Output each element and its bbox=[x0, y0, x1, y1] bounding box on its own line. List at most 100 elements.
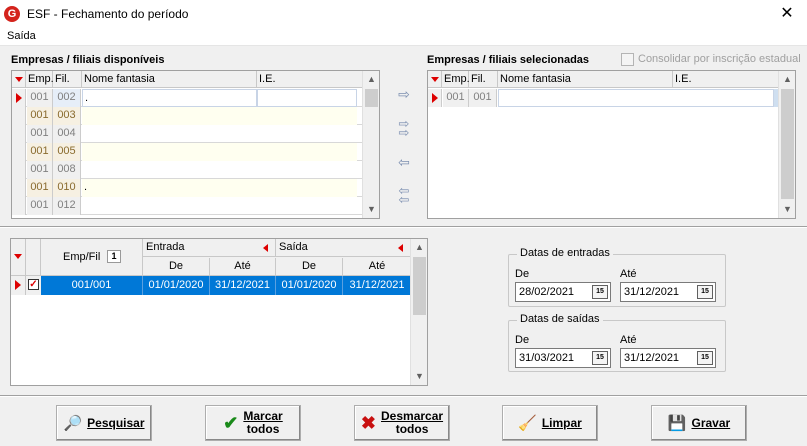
pesquisar-button[interactable]: 🔎 Pesquisar bbox=[56, 405, 152, 441]
saida-label: Saída bbox=[279, 241, 308, 253]
check-icon[interactable]: ✓ bbox=[28, 279, 39, 290]
consolidate-checkbox[interactable] bbox=[621, 53, 634, 66]
scroll-down-icon[interactable]: ▼ bbox=[411, 368, 427, 385]
cell-ie bbox=[257, 89, 357, 107]
marcar-line2: todos bbox=[246, 422, 280, 436]
scroll-thumb[interactable] bbox=[781, 89, 794, 199]
selected-grid[interactable]: Emp. Fil. Nome fantasia I.E. 001 001 ▲ ▼ bbox=[427, 70, 796, 219]
saidas-de-field[interactable]: 31/03/2021 15 bbox=[515, 348, 611, 368]
saidas-ate-label: Até bbox=[620, 334, 637, 346]
calendar-icon[interactable]: 15 bbox=[592, 351, 608, 365]
column-header-entrada-de[interactable]: De bbox=[143, 258, 210, 276]
collapse-saida-icon[interactable] bbox=[398, 244, 403, 252]
calendar-icon[interactable]: 15 bbox=[697, 285, 713, 299]
saidas-ate-field[interactable]: 31/12/2021 15 bbox=[620, 348, 716, 368]
selected-title: Empresas / filiais selecionadas bbox=[427, 54, 590, 66]
table-row[interactable]: 001 008 bbox=[12, 161, 364, 179]
calendar-icon[interactable]: 15 bbox=[592, 285, 608, 299]
datas-entradas-group: Datas de entradas De Até 28/02/2021 15 3… bbox=[508, 247, 726, 307]
grid-header: Emp. Fil. Nome fantasia I.E. bbox=[428, 71, 780, 88]
header-indicator bbox=[12, 71, 26, 88]
marcar-todos-button[interactable]: ✔ Marcar todos bbox=[205, 405, 301, 441]
grid-header: Emp. Fil. Nome fantasia I.E. bbox=[12, 71, 364, 88]
column-header-ie[interactable]: I.E. bbox=[257, 71, 364, 88]
cell-nome bbox=[498, 89, 774, 107]
close-icon[interactable]: ✕ bbox=[772, 3, 802, 25]
scroll-up-icon[interactable]: ▲ bbox=[363, 71, 379, 88]
cell-emp: 001 bbox=[27, 107, 53, 125]
calendar-icon[interactable]: 15 bbox=[697, 351, 713, 365]
cell-emp: 001 bbox=[27, 89, 53, 107]
remove-selected-icon[interactable]: ⇦ bbox=[394, 155, 414, 169]
column-header-ie[interactable]: I.E. bbox=[673, 71, 780, 88]
table-row[interactable]: ✓ 001/001 01/01/2020 31/12/2021 01/01/20… bbox=[11, 276, 411, 295]
cross-icon: ✖ bbox=[360, 412, 377, 433]
cell-entrada-de: 01/01/2020 bbox=[143, 276, 210, 295]
column-header-nome[interactable]: Nome fantasia bbox=[82, 71, 257, 88]
table-row[interactable]: 001 012 bbox=[12, 197, 364, 215]
column-header-entrada-ate[interactable]: Até bbox=[210, 258, 276, 276]
scroll-thumb[interactable] bbox=[413, 257, 426, 315]
column-header-emp[interactable]: Emp. bbox=[26, 71, 54, 88]
cell-saida-ate: 31/12/2021 bbox=[349, 279, 405, 291]
desmarcar-todos-button[interactable]: ✖ Desmarcar todos bbox=[354, 405, 450, 441]
available-grid[interactable]: Emp. Fil. Nome fantasia I.E. 001 002 . 0… bbox=[11, 70, 380, 219]
table-row[interactable]: 001 003 bbox=[12, 107, 364, 125]
column-header-saida-de[interactable]: De bbox=[276, 258, 343, 276]
table-row[interactable]: 001 005 bbox=[12, 143, 364, 161]
header-indicator bbox=[428, 71, 442, 88]
column-header-saida-ate[interactable]: Até bbox=[343, 258, 411, 276]
row-checkbox-cell[interactable]: ✓ bbox=[26, 276, 41, 295]
row-indicator bbox=[11, 276, 26, 295]
row-indicator bbox=[12, 161, 26, 179]
column-header-empfil[interactable]: Emp/Fil 1 bbox=[41, 239, 143, 276]
column-header-nome[interactable]: Nome fantasia bbox=[498, 71, 673, 88]
vertical-scrollbar[interactable]: ▲ ▼ bbox=[778, 71, 795, 218]
gravar-button[interactable]: 💾 Gravar bbox=[651, 405, 747, 441]
cell-fil: 008 bbox=[53, 161, 81, 179]
vertical-scrollbar[interactable]: ▲ ▼ bbox=[410, 239, 427, 385]
column-header-emp[interactable]: Emp. bbox=[442, 71, 470, 88]
entrada-label: Entrada bbox=[146, 241, 185, 253]
scroll-down-icon[interactable]: ▼ bbox=[779, 201, 795, 218]
cell-emp: 001 bbox=[27, 179, 53, 197]
entradas-de-field[interactable]: 28/02/2021 15 bbox=[515, 282, 611, 302]
app-logo-icon: G bbox=[4, 6, 20, 22]
scroll-up-icon[interactable]: ▲ bbox=[411, 239, 427, 256]
limpar-button[interactable]: 🧹 Limpar bbox=[502, 405, 598, 441]
cell-nome bbox=[82, 197, 257, 215]
sort-order-badge: 1 bbox=[107, 250, 121, 263]
table-row[interactable]: 001 002 . bbox=[12, 89, 364, 107]
saidas-de-value: 31/03/2021 bbox=[519, 352, 575, 364]
cell-emp: 001 bbox=[27, 197, 53, 215]
entradas-de-value: 28/02/2021 bbox=[519, 286, 575, 298]
add-selected-icon[interactable]: ⇨ bbox=[394, 87, 414, 101]
cell-empfil: 001/001 bbox=[41, 276, 143, 295]
scroll-up-icon[interactable]: ▲ bbox=[779, 71, 795, 88]
desmarcar-line2: todos bbox=[395, 422, 429, 436]
vertical-scrollbar[interactable]: ▲ ▼ bbox=[362, 71, 379, 218]
table-row[interactable]: 001 004 bbox=[12, 125, 364, 143]
entradas-ate-field[interactable]: 31/12/2021 15 bbox=[620, 282, 716, 302]
scroll-thumb[interactable] bbox=[365, 89, 378, 107]
available-title: Empresas / filiais disponíveis bbox=[11, 54, 165, 66]
row-indicator bbox=[12, 107, 26, 125]
column-header-fil[interactable]: Fil. bbox=[469, 71, 498, 88]
add-all-icon[interactable]: ⇨⇨ bbox=[394, 117, 414, 139]
column-header-fil[interactable]: Fil. bbox=[53, 71, 82, 88]
limpar-label: Limpar bbox=[541, 415, 582, 430]
cell-ie bbox=[257, 179, 357, 197]
remove-all-icon[interactable]: ⇦⇦ bbox=[394, 184, 414, 206]
entradas-ate-label: Até bbox=[620, 268, 637, 280]
table-row[interactable]: 001 010 . bbox=[12, 179, 364, 197]
menu-item-saida[interactable]: Saída bbox=[7, 30, 36, 42]
datas-saidas-group: Datas de saídas De Até 31/03/2021 15 31/… bbox=[508, 313, 726, 372]
scroll-down-icon[interactable]: ▼ bbox=[363, 201, 379, 218]
broom-icon: 🧹 bbox=[518, 415, 537, 432]
gravar-label: Gravar bbox=[691, 415, 731, 430]
collapse-entrada-icon[interactable] bbox=[263, 244, 268, 252]
table-row[interactable]: 001 001 bbox=[428, 89, 780, 107]
periods-grid[interactable]: Emp/Fil 1 Entrada Saída De Até De Até ✓ … bbox=[10, 238, 428, 386]
datas-entradas-title: Datas de entradas bbox=[517, 247, 613, 259]
cell-ie bbox=[257, 125, 357, 143]
